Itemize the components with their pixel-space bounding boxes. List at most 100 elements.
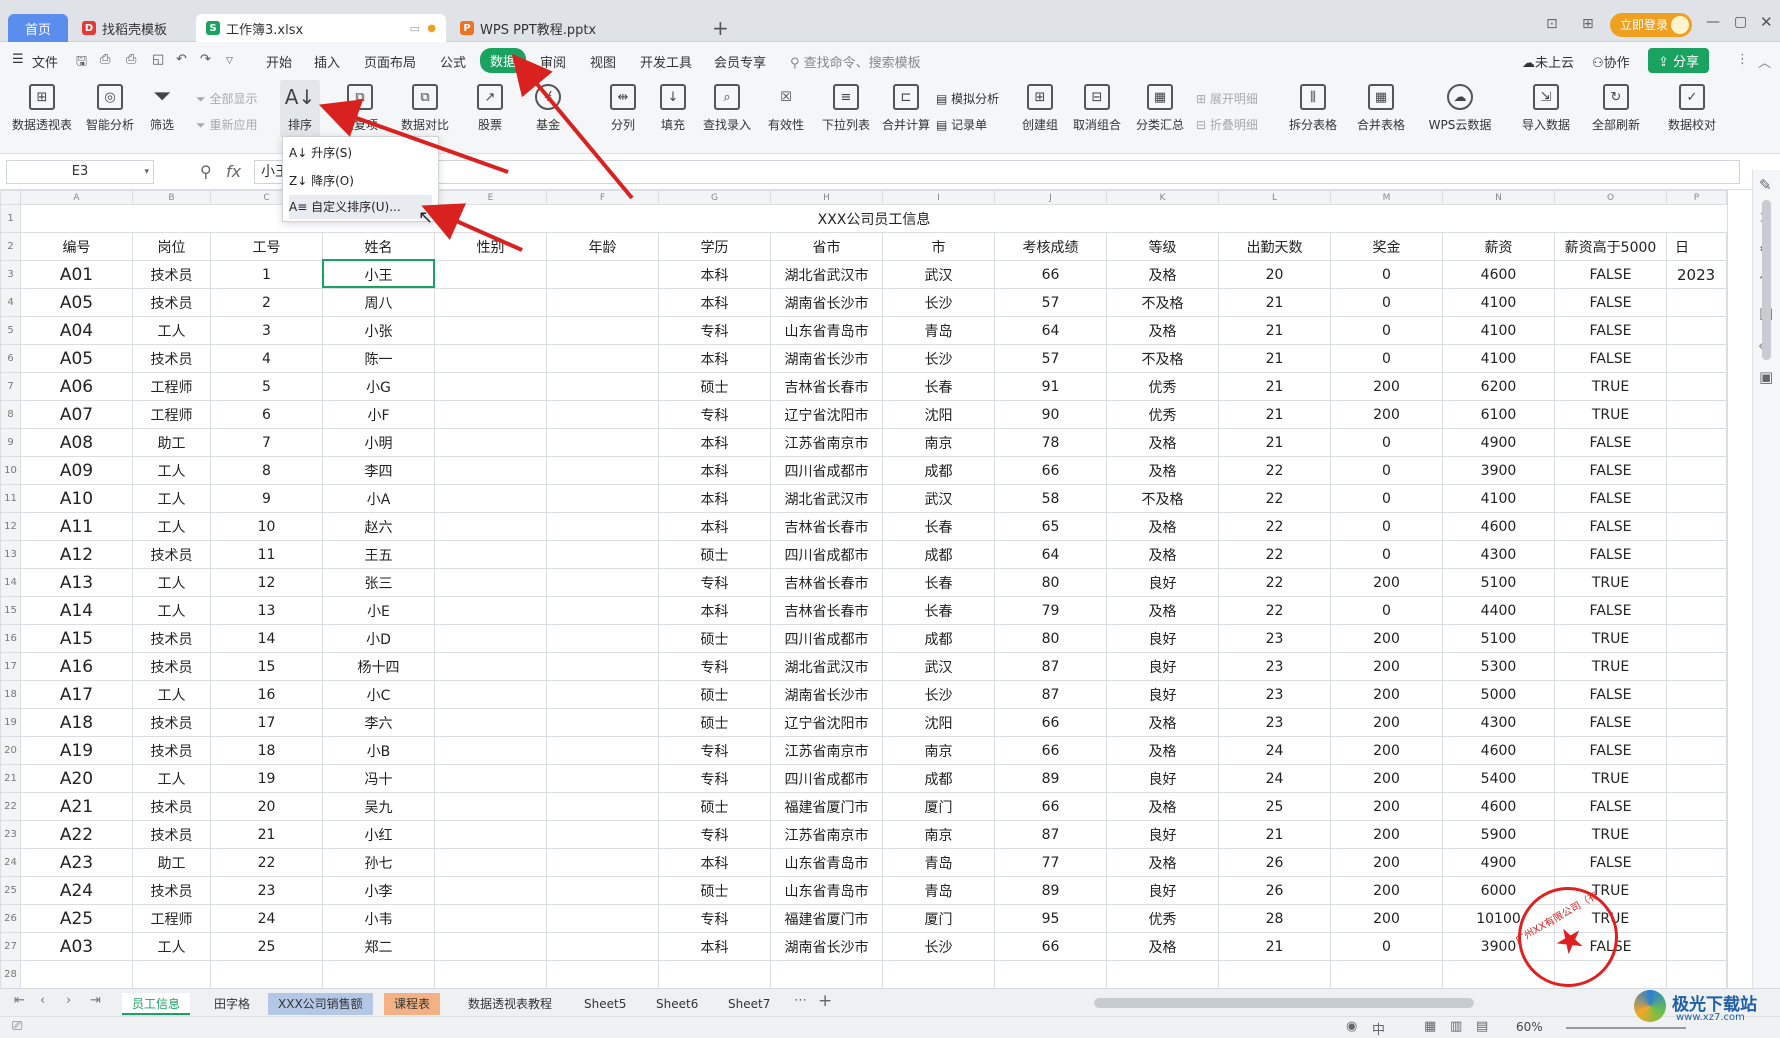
table-cell[interactable] [546, 344, 659, 373]
formula-input[interactable]: 小王 [254, 160, 1740, 184]
table-cell[interactable] [882, 960, 995, 988]
next-sheet-icon[interactable]: › [66, 993, 71, 1008]
table-cell[interactable] [1726, 876, 1728, 905]
table-cell[interactable]: 本科 [658, 848, 771, 877]
table-cell[interactable] [1726, 764, 1728, 793]
table-cell[interactable]: 良好 [1106, 820, 1219, 849]
table-cell[interactable] [546, 624, 659, 653]
quick-access-dropdown-icon[interactable]: ▽ [226, 56, 233, 66]
table-cell[interactable]: 本科 [658, 596, 771, 625]
table-cell[interactable] [546, 568, 659, 597]
table-cell[interactable] [1666, 512, 1727, 541]
table-cell[interactable]: 21 [1218, 316, 1331, 345]
zoom-search-icon[interactable]: ⚲ [200, 162, 212, 181]
table-cell[interactable]: 技术员 [132, 736, 211, 765]
table-cell[interactable]: FALSE [1554, 428, 1667, 457]
table-cell[interactable] [546, 764, 659, 793]
stock-button[interactable]: ↗ 股票 [462, 84, 518, 133]
table-cell[interactable] [994, 960, 1107, 988]
table-cell[interactable]: A06 [20, 372, 133, 401]
table-cell[interactable] [546, 820, 659, 849]
save-icon[interactable]: 🖫 [76, 52, 87, 74]
name-box[interactable]: E3 ▾ [6, 160, 154, 184]
table-cell[interactable]: 技术员 [132, 708, 211, 737]
table-cell[interactable] [434, 596, 547, 625]
table-cell[interactable]: 小王 [322, 260, 435, 289]
more-icon[interactable]: ⋮ [1736, 52, 1749, 67]
table-cell[interactable]: 优秀 [1106, 904, 1219, 933]
function-icon[interactable]: fx [226, 162, 241, 181]
table-cell[interactable]: 5100 [1442, 568, 1555, 597]
header-cell[interactable]: 出勤天数 [1218, 232, 1331, 261]
table-cell[interactable]: A04 [20, 316, 133, 345]
header-cell[interactable]: 学历 [658, 232, 771, 261]
table-cell[interactable] [434, 512, 547, 541]
row-header[interactable]: 9 [0, 428, 21, 457]
table-cell[interactable] [1666, 316, 1727, 345]
input-method-icon[interactable]: 中 [1372, 1019, 1385, 1038]
table-cell[interactable] [1726, 708, 1728, 737]
sort-descending-item[interactable]: Z↓ 降序(O) [289, 169, 354, 193]
table-cell[interactable]: 23 [210, 876, 323, 905]
table-cell[interactable] [546, 792, 659, 821]
table-cell[interactable]: A14 [20, 596, 133, 625]
table-cell[interactable]: 22 [210, 848, 323, 877]
table-cell[interactable]: 工程师 [132, 904, 211, 933]
table-cell[interactable]: 武汉 [882, 484, 995, 513]
table-cell[interactable]: A23 [20, 848, 133, 877]
table-cell[interactable]: 0 [1330, 288, 1443, 317]
table-cell[interactable]: 24 [1218, 764, 1331, 793]
column-header[interactable]: K [1106, 190, 1219, 205]
table-cell[interactable]: 李四 [322, 456, 435, 485]
table-cell[interactable]: 小C [322, 680, 435, 709]
table-cell[interactable]: 20 [1218, 260, 1331, 289]
table-cell[interactable]: 专科 [658, 316, 771, 345]
menu-review[interactable]: 审阅 [540, 52, 566, 71]
row-header[interactable]: 22 [0, 792, 21, 821]
table-cell[interactable]: 硕士 [658, 876, 771, 905]
row-header[interactable]: 8 [0, 400, 21, 429]
header-cell[interactable]: 编号 [20, 232, 133, 261]
menu-developer[interactable]: 开发工具 [640, 52, 692, 71]
table-cell[interactable]: A13 [20, 568, 133, 597]
table-cell[interactable]: TRUE [1554, 372, 1667, 401]
table-cell[interactable]: 良好 [1106, 764, 1219, 793]
table-cell[interactable]: 22 [1218, 456, 1331, 485]
row-header[interactable]: 28 [0, 960, 21, 988]
table-cell[interactable]: 0 [1330, 428, 1443, 457]
table-cell[interactable] [1666, 848, 1727, 877]
table-cell[interactable]: 4400 [1442, 596, 1555, 625]
table-cell[interactable]: A15 [20, 624, 133, 653]
table-cell[interactable] [546, 932, 659, 961]
menu-page-layout[interactable]: 页面布局 [364, 52, 416, 71]
filter-button[interactable]: ⏷ 筛选 [140, 84, 184, 133]
table-cell[interactable]: 专科 [658, 904, 771, 933]
sheet-tab-7[interactable]: Sheet7 [718, 993, 780, 1015]
table-cell[interactable]: 长春 [882, 372, 995, 401]
table-cell[interactable]: 200 [1330, 736, 1443, 765]
table-cell[interactable]: 25 [1218, 792, 1331, 821]
table-cell[interactable]: 13 [210, 596, 323, 625]
collapse-ribbon-icon[interactable]: ︿ [1758, 52, 1771, 71]
row-header[interactable]: 24 [0, 848, 21, 877]
table-cell[interactable]: 优秀 [1106, 400, 1219, 429]
table-cell[interactable]: 青岛 [882, 316, 995, 345]
table-cell[interactable] [546, 456, 659, 485]
undo-icon[interactable]: ↶ [176, 52, 187, 67]
row-header[interactable]: 16 [0, 624, 21, 653]
table-cell[interactable]: A07 [20, 400, 133, 429]
table-cell[interactable]: 工人 [132, 764, 211, 793]
table-cell[interactable]: 青岛 [882, 876, 995, 905]
table-cell[interactable] [1666, 932, 1727, 961]
table-cell[interactable]: 沈阳 [882, 708, 995, 737]
table-cell[interactable]: 小F [322, 400, 435, 429]
table-cell[interactable] [132, 960, 211, 988]
print-icon[interactable]: ⎙ [126, 52, 136, 67]
table-cell[interactable]: FALSE [1554, 316, 1667, 345]
table-cell[interactable]: 良好 [1106, 624, 1219, 653]
show-all-button[interactable]: ⏷ 全部显示 [196, 90, 257, 107]
table-cell[interactable]: 本科 [658, 484, 771, 513]
table-cell[interactable]: FALSE [1554, 260, 1667, 289]
table-cell[interactable] [546, 960, 659, 988]
row-header[interactable]: 7 [0, 372, 21, 401]
